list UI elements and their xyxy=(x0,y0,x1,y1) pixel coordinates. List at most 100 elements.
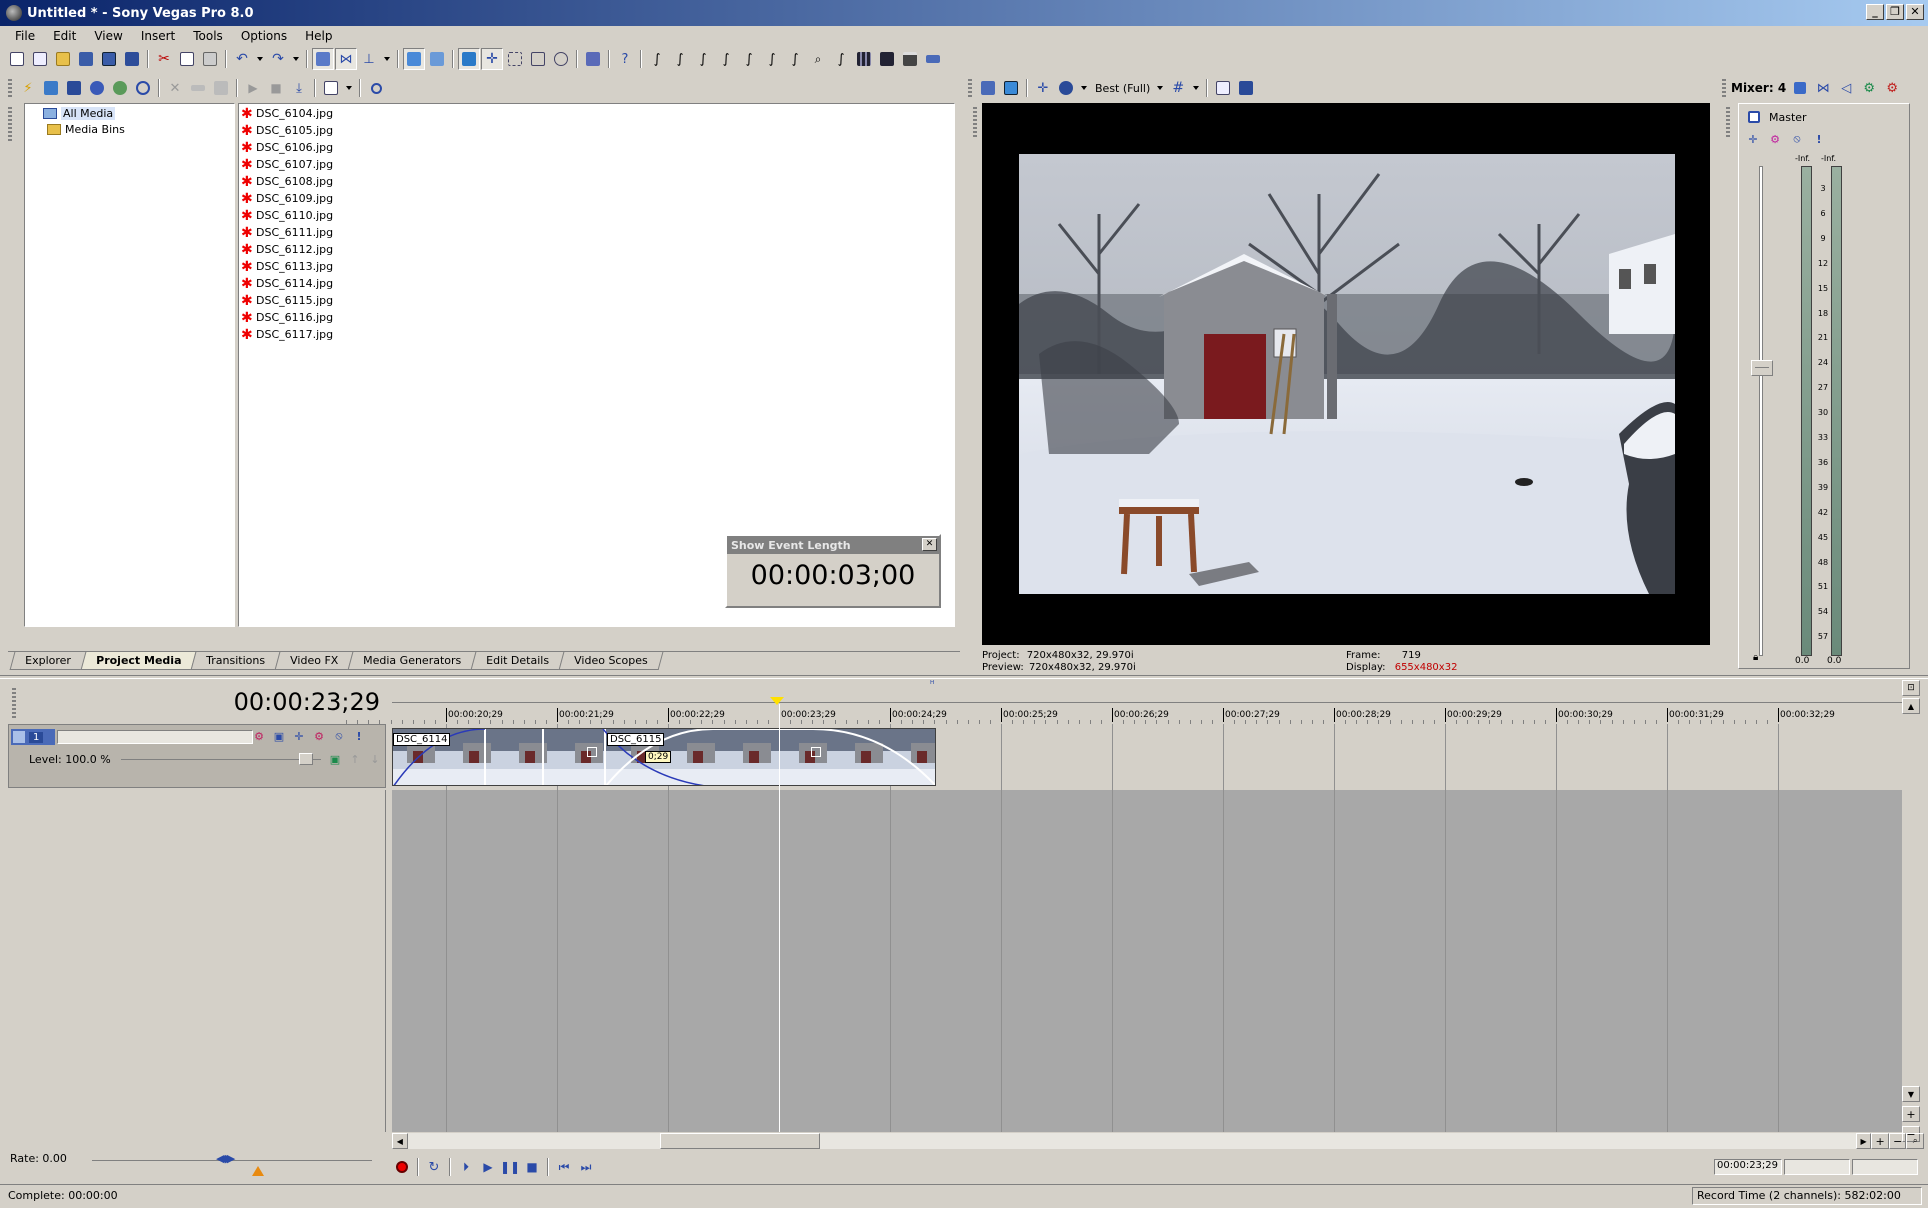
tab-video-fx[interactable]: Video FX xyxy=(274,652,354,670)
envelope-tool-icon[interactable]: ✛ xyxy=(481,48,503,70)
track-number-box[interactable]: 1 xyxy=(11,729,55,745)
preview-quality-dropdown[interactable]: Best (Full) xyxy=(1095,82,1150,95)
insert-fx-icon[interactable]: ⚙ xyxy=(1881,77,1903,99)
zoom-tool-small-icon[interactable]: ⌕ xyxy=(1906,1133,1924,1149)
mixer-properties-icon[interactable] xyxy=(1789,77,1811,99)
clapper-icon[interactable] xyxy=(899,48,921,70)
horizontal-scrollbar[interactable]: ◀ ▶ + − ⌕ xyxy=(392,1132,1924,1150)
playhead-line[interactable] xyxy=(779,704,780,1132)
timeline-ruler[interactable]: ᵸ 00:00:20;29 00:00:21;29 00:00:22;29 00:00… xyxy=(346,680,1902,724)
media-file-item[interactable]: ✱ DSC_6107.jpg xyxy=(241,156,954,173)
script-4-icon[interactable]: ∫ xyxy=(715,48,737,70)
media-file-item[interactable]: ✱ DSC_6104.jpg xyxy=(241,105,954,122)
film-strip-icon[interactable] xyxy=(853,48,875,70)
vertical-scrollbar[interactable]: ⊡ ▲ ▼ + − xyxy=(1902,680,1922,1142)
ignore-grouping-icon[interactable] xyxy=(426,48,448,70)
clip-events[interactable]: DSC_6114 DSC_6115 0;29 xyxy=(392,728,936,786)
master-fx-icon[interactable]: ✛ xyxy=(1743,130,1763,148)
batch-icon[interactable] xyxy=(922,48,944,70)
loop-playback-icon[interactable]: ↻ xyxy=(424,1158,444,1176)
pause-icon[interactable]: ❚❚ xyxy=(500,1158,520,1176)
scroll-marker-icon[interactable]: ⊡ xyxy=(1902,680,1920,696)
split-screen-icon[interactable] xyxy=(1055,77,1077,99)
track-expand-icon[interactable] xyxy=(13,731,25,743)
media-file-item[interactable]: ✱ DSC_6116.jpg xyxy=(241,309,954,326)
menu-file[interactable]: File xyxy=(6,29,44,43)
tab-explorer[interactable]: Explorer xyxy=(9,652,87,670)
script-7-icon[interactable]: ∫ xyxy=(784,48,806,70)
rate-slider-handle[interactable]: ◀◆▶ xyxy=(216,1152,235,1165)
horizontal-scroll-thumb[interactable] xyxy=(659,1133,820,1149)
overlays-icon[interactable]: # xyxy=(1167,77,1189,99)
play-preview-icon[interactable]: ▶ xyxy=(242,77,264,99)
copy-snapshot-icon[interactable] xyxy=(1212,77,1234,99)
get-photo-icon[interactable] xyxy=(86,77,108,99)
menu-tools[interactable]: Tools xyxy=(184,29,232,43)
video-track-lane[interactable]: DSC_6114 DSC_6115 0;29 xyxy=(392,724,1902,790)
record-icon[interactable] xyxy=(392,1158,412,1176)
play-icon[interactable]: ▶ xyxy=(478,1158,498,1176)
master-solo-icon[interactable]: ! xyxy=(1809,130,1829,148)
app-icon[interactable] xyxy=(6,5,22,21)
save-icon[interactable] xyxy=(75,48,97,70)
auto-crossfade-icon[interactable]: ⋈ xyxy=(335,48,357,70)
script-1-icon[interactable]: ∫ xyxy=(646,48,668,70)
lock-envelopes-icon[interactable] xyxy=(403,48,425,70)
open-icon[interactable] xyxy=(52,48,74,70)
selection-start-field[interactable] xyxy=(1784,1159,1850,1175)
scroll-down-icon[interactable]: ▼ xyxy=(1902,1086,1920,1102)
level-slider-track[interactable] xyxy=(121,759,321,760)
media-file-item[interactable]: ✱ DSC_6105.jpg xyxy=(241,122,954,139)
undo-icon[interactable]: ↶ xyxy=(231,48,253,70)
menu-edit[interactable]: Edit xyxy=(44,29,85,43)
master-mute-icon[interactable]: ⦸ xyxy=(1787,130,1807,148)
mute-icon[interactable]: ⦸ xyxy=(329,727,349,745)
search-icon[interactable] xyxy=(365,77,387,99)
media-search-icon[interactable] xyxy=(132,77,154,99)
new-project-icon[interactable] xyxy=(29,48,51,70)
downmix-icon[interactable]: ⋈ xyxy=(1812,77,1834,99)
properties-icon[interactable] xyxy=(582,48,604,70)
dim-output-icon[interactable]: ◁ xyxy=(1835,77,1857,99)
fader-lock-icon[interactable]: 🔒︎ xyxy=(1753,652,1758,663)
volume-fader-handle[interactable] xyxy=(1751,360,1773,376)
film-save-icon[interactable] xyxy=(876,48,898,70)
normal-edit-tool-icon[interactable] xyxy=(458,48,480,70)
level-slider-handle[interactable] xyxy=(299,753,313,765)
get-media-icon[interactable] xyxy=(63,77,85,99)
compositing-icon[interactable]: ✛ xyxy=(289,727,309,745)
script-8-icon[interactable]: ∫ xyxy=(830,48,852,70)
composite-mode-icon[interactable]: ▣ xyxy=(325,750,345,768)
properties-disabled-icon[interactable] xyxy=(187,77,209,99)
master-fx-bypass-icon[interactable]: ⚙ xyxy=(1765,130,1785,148)
splitter[interactable] xyxy=(0,675,1928,679)
media-file-item[interactable]: ✱ DSC_6112.jpg xyxy=(241,241,954,258)
zoom-out-horizontal-icon[interactable]: − xyxy=(1888,1133,1907,1149)
whats-this-icon[interactable]: ? xyxy=(614,48,636,70)
auto-preview-icon[interactable]: ⤓ xyxy=(288,77,310,99)
menu-view[interactable]: View xyxy=(85,29,131,43)
event-length-titlebar[interactable]: Show Event Length ✕ xyxy=(727,536,939,554)
script-2-icon[interactable]: ∫ xyxy=(669,48,691,70)
make-parent-icon[interactable]: ↑ xyxy=(345,750,365,768)
media-file-item[interactable]: ✱ DSC_6109.jpg xyxy=(241,190,954,207)
media-fx-icon[interactable] xyxy=(210,77,232,99)
event-length-window[interactable]: Show Event Length ✕ 00:00:03;00 xyxy=(725,534,941,608)
media-file-item[interactable]: ✱ DSC_6115.jpg xyxy=(241,292,954,309)
scroll-up-icon[interactable]: ▲ xyxy=(1902,698,1920,714)
media-file-item[interactable]: ✱ DSC_6113.jpg xyxy=(241,258,954,275)
close-button[interactable]: ✕ xyxy=(1906,4,1924,20)
preview-side-grip[interactable] xyxy=(973,107,977,137)
search-script-icon[interactable]: ⌕ xyxy=(807,48,829,70)
cut-icon[interactable]: ✂ xyxy=(153,48,175,70)
menu-insert[interactable]: Insert xyxy=(132,29,184,43)
tab-transitions[interactable]: Transitions xyxy=(190,652,281,670)
track-fx-bypass-icon[interactable]: ⚙ xyxy=(309,727,329,745)
video-preview[interactable] xyxy=(982,103,1710,645)
zoom-icon[interactable] xyxy=(550,48,572,70)
menu-help[interactable]: Help xyxy=(296,29,341,43)
media-file-item[interactable]: ✱ DSC_6108.jpg xyxy=(241,173,954,190)
timeline-empty-area[interactable] xyxy=(392,790,1902,1132)
cursor-position-field[interactable]: 00:00:23;29 xyxy=(1714,1159,1782,1175)
solo-icon[interactable]: ! xyxy=(349,727,369,745)
